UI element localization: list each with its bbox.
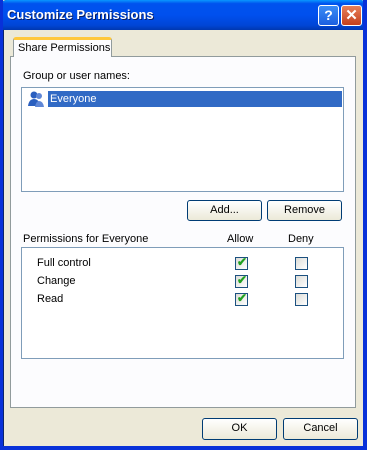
dialog-body: Share Permissions Group or user names: E… [4,30,363,446]
permission-name: Full control [37,257,91,269]
window-frame-right [363,0,367,450]
allow-checkbox[interactable]: ✔ [235,291,248,306]
close-button[interactable]: ✕ [341,5,362,26]
deny-checkbox[interactable] [295,293,308,306]
check-icon: ✔ [237,273,248,287]
list-item[interactable]: Everyone [24,90,342,108]
tab-share-permissions[interactable]: Share Permissions [13,37,112,57]
user-group-icon [28,91,44,107]
add-button-label: Add... [210,204,239,216]
permissions-header: Permissions for Everyone [23,233,149,245]
ok-button-label: OK [231,422,248,434]
deny-header: Deny [288,233,314,245]
user-name: Everyone [48,91,342,107]
check-icon: ✔ [237,291,248,305]
add-button[interactable]: Add... [187,200,262,221]
help-icon: ? [324,7,333,23]
cancel-button[interactable]: Cancel [283,418,358,440]
permission-row: Full control ✔ [22,254,343,272]
permission-name: Read [37,293,64,305]
window-frame-bottom [0,446,367,450]
permissions-list: Full control ✔ Change ✔ Read ✔ [21,247,344,359]
remove-button-label: Remove [284,204,325,216]
cancel-button-label: Cancel [303,422,338,434]
allow-header: Allow [227,233,254,245]
close-icon: ✕ [345,7,358,24]
dialog-window: Customize Permissions ? ✕ Share Permissi… [0,0,367,450]
permission-row: Change ✔ [22,272,343,290]
window-frame-left [0,0,3,450]
allow-checkbox[interactable]: ✔ [235,273,248,288]
help-button[interactable]: ? [318,5,339,26]
deny-checkbox[interactable] [295,257,308,270]
group-label: Group or user names: [23,70,130,82]
check-icon: ✔ [237,255,248,269]
remove-button[interactable]: Remove [267,200,342,221]
ok-button[interactable]: OK [202,418,277,440]
deny-checkbox[interactable] [295,275,308,288]
user-list[interactable]: Everyone [21,87,344,192]
permission-row: Read ✔ [22,290,343,308]
permission-name: Change [37,275,76,287]
title-bar[interactable]: Customize Permissions ? ✕ [0,0,367,30]
window-title: Customize Permissions [7,7,154,22]
tab-label: Share Permissions [18,42,111,54]
allow-checkbox[interactable]: ✔ [235,255,248,270]
